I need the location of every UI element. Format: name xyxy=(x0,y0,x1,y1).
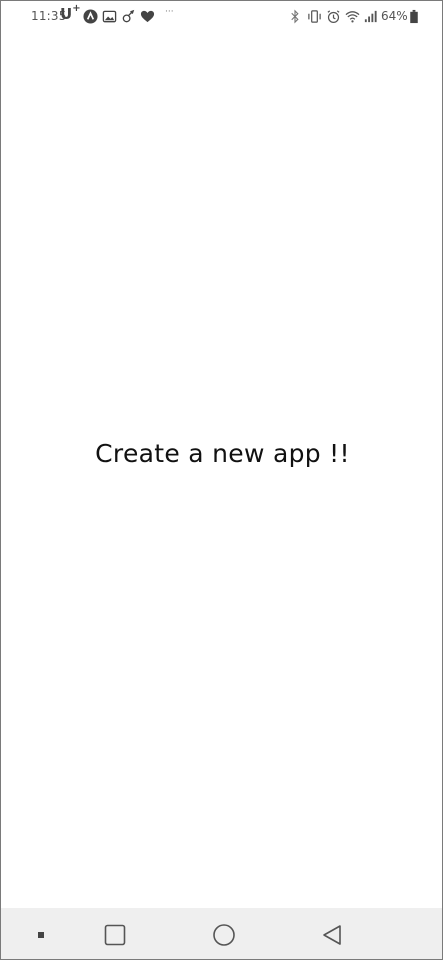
navigation-bar xyxy=(1,908,442,959)
more-dots-icon: ··· xyxy=(165,7,174,17)
app-a-icon xyxy=(83,9,98,24)
gallery-icon xyxy=(102,10,117,23)
bluetooth-icon xyxy=(291,9,299,24)
overview-button[interactable] xyxy=(103,923,127,947)
carrier-logo: U+ xyxy=(60,3,81,23)
signal-icon xyxy=(364,10,377,23)
phone-screen: 11:35 U+ ··· 64% Create a new app !! xyxy=(0,0,443,960)
recents-dot-button[interactable] xyxy=(29,923,53,947)
alarm-icon xyxy=(327,10,340,24)
carrier-plus: + xyxy=(72,3,81,14)
wifi-icon xyxy=(345,11,360,23)
carrier-name: U xyxy=(60,5,73,23)
status-bar: 11:35 U+ ··· 64% xyxy=(1,1,442,33)
sticker-icon xyxy=(122,9,135,23)
back-button[interactable] xyxy=(320,923,344,947)
battery-percent: 64% xyxy=(381,9,408,23)
app-content: Create a new app !! xyxy=(1,33,442,908)
home-button[interactable] xyxy=(212,923,236,947)
headline-text: Create a new app !! xyxy=(95,439,350,468)
vibrate-icon xyxy=(308,10,321,23)
battery-icon xyxy=(410,9,418,24)
heart-icon xyxy=(140,10,155,23)
